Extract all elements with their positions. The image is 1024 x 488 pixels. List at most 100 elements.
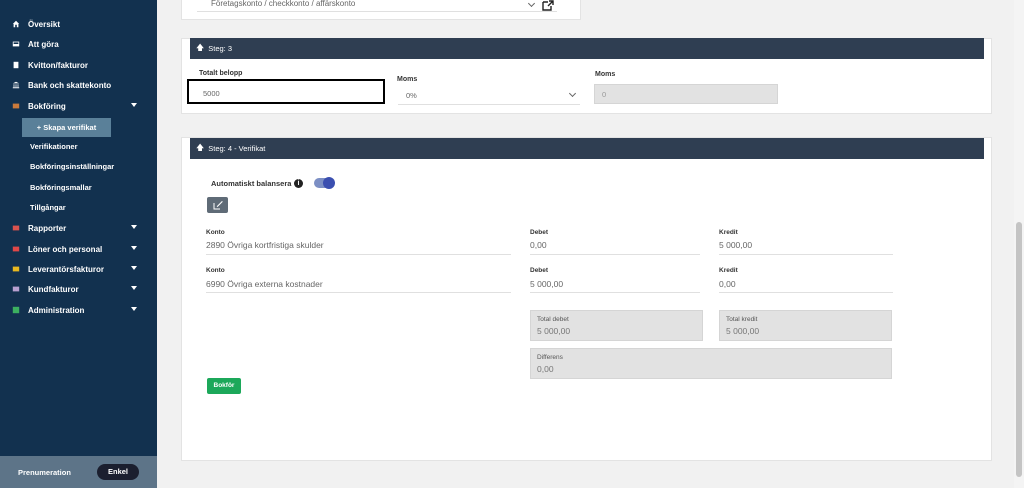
payroll-icon — [12, 246, 20, 252]
total-amount-label: Totalt belopp — [199, 70, 243, 77]
sidebar-subitem-tillgangar[interactable]: Tillgångar — [30, 199, 66, 217]
vat-amount-value: 0 — [602, 90, 607, 99]
sidebar-subitem-verifikationer[interactable]: Verifikationer — [30, 138, 78, 156]
chevron-down-icon — [131, 225, 137, 229]
divider — [530, 254, 700, 255]
book-button[interactable]: Bokför — [207, 378, 241, 394]
step4-title: Steg: 4 - Verifikat — [208, 144, 266, 153]
sidebar-item-oversikt[interactable]: Översikt — [0, 14, 157, 34]
divider — [719, 254, 893, 255]
vat-amount-field: 0 — [594, 84, 778, 104]
divider — [206, 254, 511, 255]
total-amount-value: 5000 — [203, 89, 220, 98]
arrow-up-icon: 🡅 — [196, 142, 205, 152]
plan-button[interactable]: Enkel — [97, 464, 139, 480]
divider — [197, 11, 557, 12]
sidebar-item-label: Administration — [28, 305, 85, 315]
sidebar-item-rapporter[interactable]: Rapporter — [0, 218, 157, 238]
edit-icon — [213, 201, 223, 210]
step4-card — [181, 137, 992, 461]
report-icon — [12, 225, 20, 231]
sidebar-subitem-bokforingsinstallningar[interactable]: Bokföringsinställningar — [30, 158, 114, 176]
chevron-down-icon — [131, 266, 137, 270]
divider — [206, 292, 511, 293]
sidebar-subitem-bokforingsmallar[interactable]: Bokföringsmallar — [30, 179, 92, 197]
difference-label: Differens — [537, 354, 563, 361]
sidebar-item-label: Att göra — [28, 39, 59, 49]
receipt-icon — [13, 61, 19, 69]
row2-debit-value[interactable]: 5 000,00 — [530, 279, 563, 289]
sidebar-item-bokforing[interactable]: Bokföring — [0, 96, 157, 116]
row1-account-label: Konto — [206, 229, 225, 236]
admin-icon — [12, 306, 20, 314]
chevron-down-icon — [131, 103, 137, 107]
sidebar-item-label: Bank och skattekonto — [28, 80, 112, 90]
step3-title: Steg: 3 — [208, 44, 233, 53]
row2-account-value[interactable]: 6990 Övriga externa kostnader — [206, 279, 323, 289]
sidebar: Översikt Att göra Kvitton/fakturor Bank … — [0, 0, 157, 488]
external-link-icon[interactable] — [542, 0, 554, 11]
ledger-icon — [12, 103, 20, 109]
total-credit-label: Total kredit — [726, 316, 758, 323]
vat-label: Moms — [397, 76, 418, 83]
difference-field: Differens 0,00 — [530, 348, 892, 379]
customer-icon — [12, 286, 20, 292]
chevron-down-icon — [131, 286, 137, 290]
row1-credit-label: Kredit — [719, 229, 738, 236]
vat-select[interactable]: 0% — [398, 86, 580, 104]
sidebar-item-label: Löner och personal — [28, 244, 103, 254]
sidebar-footer: Prenumeration Enkel — [0, 456, 157, 488]
arrow-up-icon: 🡅 — [196, 42, 205, 52]
total-debit-field: Total debet 5 000,00 — [530, 310, 703, 341]
subscription-label: Prenumeration — [18, 468, 71, 477]
edit-button[interactable] — [207, 197, 228, 213]
chevron-down-icon — [131, 246, 137, 250]
sidebar-item-label: Rapporter — [28, 223, 67, 233]
row1-debit-value[interactable]: 0,00 — [530, 240, 547, 250]
sidebar-item-label: Bokföring — [28, 101, 66, 111]
sidebar-item-administration[interactable]: Administration — [0, 300, 157, 320]
row1-debit-label: Debet — [530, 229, 549, 236]
total-debit-value: 5 000,00 — [537, 326, 571, 336]
sidebar-item-label: Kundfakturor — [28, 284, 79, 294]
step4-header[interactable]: 🡅 Steg: 4 - Verifikat — [190, 138, 984, 159]
sidebar-item-kundfakturor[interactable]: Kundfakturor — [0, 279, 157, 299]
home-icon — [12, 20, 20, 28]
scrollbar-thumb[interactable] — [1016, 222, 1022, 477]
divider — [530, 292, 700, 293]
row2-debit-label: Debet — [530, 267, 549, 274]
sidebar-item-label: Kvitton/fakturor — [28, 60, 88, 70]
toggle-knob — [323, 177, 335, 189]
total-amount-input[interactable]: 5000 — [187, 79, 385, 104]
auto-balance-toggle[interactable] — [314, 177, 335, 189]
row2-credit-label: Kredit — [719, 267, 738, 274]
total-credit-value: 5 000,00 — [726, 326, 760, 336]
row2-account-label: Konto — [206, 267, 225, 274]
sidebar-subitem-skapa-verifikat[interactable]: + Skapa verifikat — [22, 118, 111, 137]
sidebar-item-leverantorsfakturor[interactable]: Leverantörsfakturor — [0, 259, 157, 279]
account-select[interactable]: Företagskonto / checkkonto / affärskonto — [211, 0, 541, 11]
chevron-down-icon — [131, 307, 137, 311]
row2-credit-value[interactable]: 0,00 — [719, 279, 736, 289]
scrollbar[interactable] — [1014, 0, 1024, 488]
divider — [719, 292, 893, 293]
account-select-value: Företagskonto / checkkonto / affärskonto — [211, 0, 356, 8]
auto-balance-label: Automatiskt balansera — [211, 179, 292, 188]
total-credit-field: Total kredit 5 000,00 — [719, 310, 892, 341]
sidebar-item-label: Översikt — [28, 19, 61, 29]
sidebar-item-att-gora[interactable]: Att göra — [0, 34, 157, 54]
divider — [398, 104, 580, 105]
step3-header[interactable]: 🡅 Steg: 3 — [190, 38, 984, 59]
sidebar-item-bank[interactable]: Bank och skattekonto — [0, 75, 157, 95]
bank-icon — [12, 81, 20, 89]
sidebar-item-loner[interactable]: Löner och personal — [0, 239, 157, 259]
sidebar-item-label: Leverantörsfakturor — [28, 264, 105, 274]
supplier-icon — [12, 266, 20, 272]
difference-value: 0,00 — [537, 364, 554, 374]
row1-credit-value[interactable]: 5 000,00 — [719, 240, 752, 250]
vat-amount-label: Moms — [595, 71, 616, 78]
info-icon: i — [294, 179, 303, 188]
vat-select-value: 0% — [406, 91, 417, 100]
sidebar-item-kvitton[interactable]: Kvitton/fakturor — [0, 55, 157, 75]
row1-account-value[interactable]: 2890 Övriga kortfristiga skulder — [206, 240, 324, 250]
